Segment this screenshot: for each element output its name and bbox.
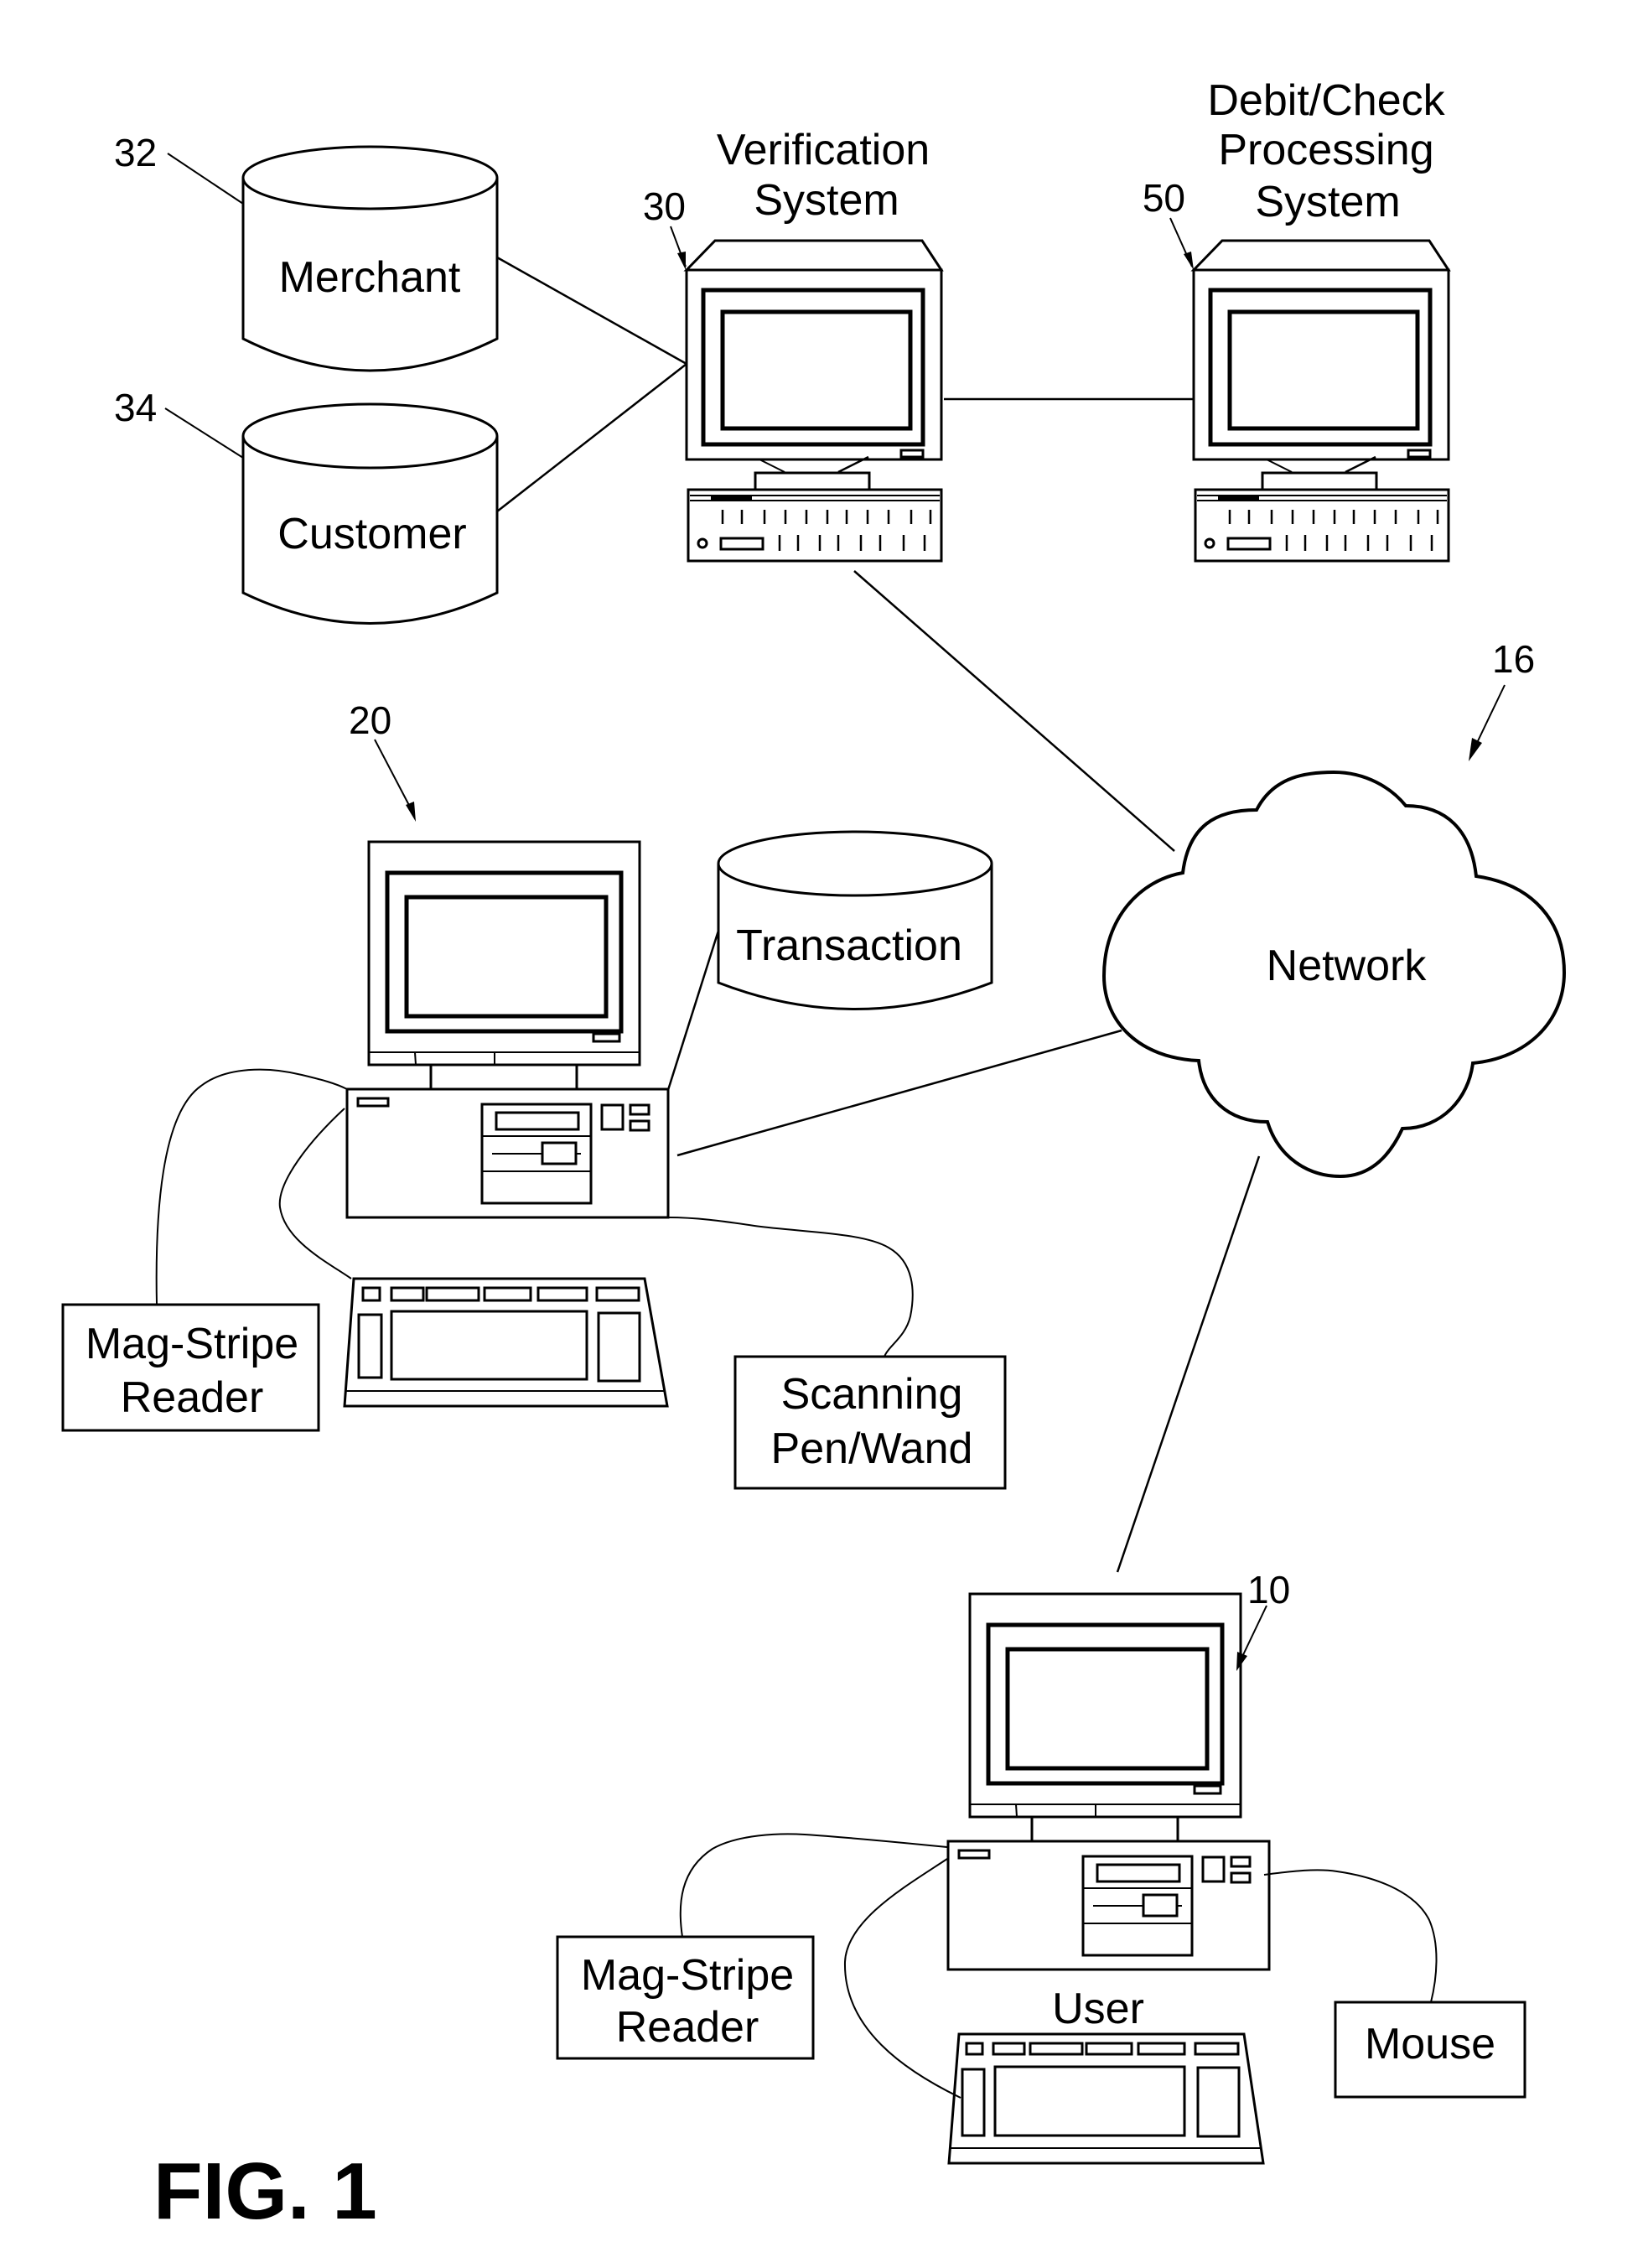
case-switch <box>629 1119 650 1132</box>
floppy-slot <box>1096 1863 1181 1883</box>
monitor-top <box>1190 239 1451 272</box>
case-switch <box>1230 1871 1252 1884</box>
case-switch <box>629 1103 650 1116</box>
merchant-terminal-keyboard[interactable] <box>343 1277 669 1408</box>
function-key <box>992 2042 1026 2056</box>
mag-stripe-reader-10-line-2: Reader <box>616 2003 759 2052</box>
monitor-band-divider <box>414 1051 417 1066</box>
transaction-database-top <box>717 830 993 897</box>
key-cluster-left <box>961 2068 986 2137</box>
key-cluster-left <box>357 1313 383 1379</box>
scanning-pen-wand-line-2: Pen/Wand <box>771 1425 973 1473</box>
transaction-database-label: Transaction <box>736 921 962 970</box>
case-switch <box>1230 1855 1252 1868</box>
transaction-database[interactable]: Transaction <box>717 830 993 1010</box>
merchant-database[interactable]: Merchant <box>241 145 499 372</box>
monitor-top <box>683 239 944 272</box>
monitor-power-button <box>1193 1784 1222 1795</box>
function-key <box>536 1286 588 1302</box>
cpu-drive-stripe <box>711 496 752 500</box>
merchant-terminal[interactable] <box>345 840 670 1219</box>
cpu-power-led <box>1204 537 1215 549</box>
mag-stripe-reader-20-line-2: Reader <box>121 1373 264 1422</box>
user-terminal-keyboard[interactable] <box>947 2032 1265 2165</box>
cpu-drive-slot <box>1226 537 1272 551</box>
key-cluster-right <box>1196 2066 1241 2138</box>
function-key <box>361 1286 381 1302</box>
ref-32: 32 <box>114 131 157 174</box>
cpu-drive-stripe <box>1218 496 1259 500</box>
case-button <box>1201 1855 1226 1883</box>
key-cluster-main <box>993 2065 1186 2137</box>
merchant-database-top <box>241 145 499 210</box>
debit-check-processing-system[interactable] <box>1190 239 1451 563</box>
customer-database[interactable]: Customer <box>241 402 499 625</box>
mouse-label: Mouse <box>1365 2020 1495 2068</box>
function-key <box>1029 2042 1084 2056</box>
function-key <box>425 1286 480 1302</box>
network-label: Network <box>1267 942 1428 990</box>
cpu-indicator <box>957 1849 991 1860</box>
user-terminal[interactable] <box>946 1592 1271 1971</box>
customer-database-label: Customer <box>277 510 466 558</box>
patent-figure: Merchant 32 Customer 34 Transaction Veri… <box>0 0 1643 2268</box>
case-button <box>600 1103 625 1131</box>
floppy-slot <box>495 1111 580 1131</box>
ref-50: 50 <box>1143 176 1185 220</box>
monitor-power-button <box>899 449 925 459</box>
monitor-neck <box>429 1063 578 1091</box>
monitor-stand-base <box>1261 471 1378 491</box>
monitor-body <box>1192 268 1450 461</box>
function-key <box>390 1286 425 1302</box>
function-key <box>595 1286 640 1302</box>
ref-20: 20 <box>349 698 391 742</box>
figure-title: FIG. 1 <box>153 2146 377 2236</box>
verification-system[interactable] <box>683 239 944 563</box>
mouse[interactable]: Mouse <box>1334 2001 1526 2099</box>
cpu-power-led <box>697 537 708 549</box>
debit-title-line-3: System <box>1255 178 1400 226</box>
ref-10: 10 <box>1247 1568 1290 1611</box>
ref-30: 30 <box>643 184 686 228</box>
cpu-drive-slot <box>719 537 764 551</box>
scanning-pen-wand-line-1: Scanning <box>781 1370 963 1419</box>
ref-34: 34 <box>114 386 157 429</box>
monitor-power-button <box>592 1032 621 1043</box>
mag-stripe-reader-20-line-1: Mag-Stripe <box>86 1320 298 1368</box>
mag-stripe-reader-10[interactable]: Mag-Stripe Reader <box>556 1935 815 2060</box>
ref-16: 16 <box>1492 637 1535 681</box>
key-cluster-main <box>390 1310 588 1381</box>
monitor-body <box>685 268 943 461</box>
user-label: User <box>1052 1985 1144 2033</box>
scanning-pen-wand[interactable]: Scanning Pen/Wand <box>733 1355 1007 1490</box>
function-key <box>1085 2042 1133 2056</box>
verification-title-line-1: Verification <box>717 126 930 174</box>
monitor-stand-base <box>754 471 871 491</box>
function-key <box>1194 2042 1240 2056</box>
merchant-database-label: Merchant <box>279 253 461 302</box>
customer-database-top <box>241 402 499 470</box>
mag-stripe-reader-10-line-1: Mag-Stripe <box>581 1951 794 2000</box>
debit-title-line-2: Processing <box>1218 126 1433 174</box>
drive-latch <box>541 1141 578 1165</box>
function-key <box>965 2042 984 2056</box>
monitor-neck <box>1030 1815 1179 1843</box>
key-cluster-right <box>597 1311 641 1383</box>
function-key <box>483 1286 532 1302</box>
verification-title-line-2: System <box>754 176 899 225</box>
cpu-indicator <box>356 1097 390 1108</box>
mag-stripe-reader-20[interactable]: Mag-Stripe Reader <box>61 1303 320 1432</box>
drive-latch <box>1142 1893 1179 1918</box>
monitor-power-button <box>1407 449 1432 459</box>
monitor-band-divider <box>1015 1804 1018 1818</box>
function-key <box>1137 2042 1186 2056</box>
debit-title-line-1: Debit/Check <box>1207 76 1445 125</box>
